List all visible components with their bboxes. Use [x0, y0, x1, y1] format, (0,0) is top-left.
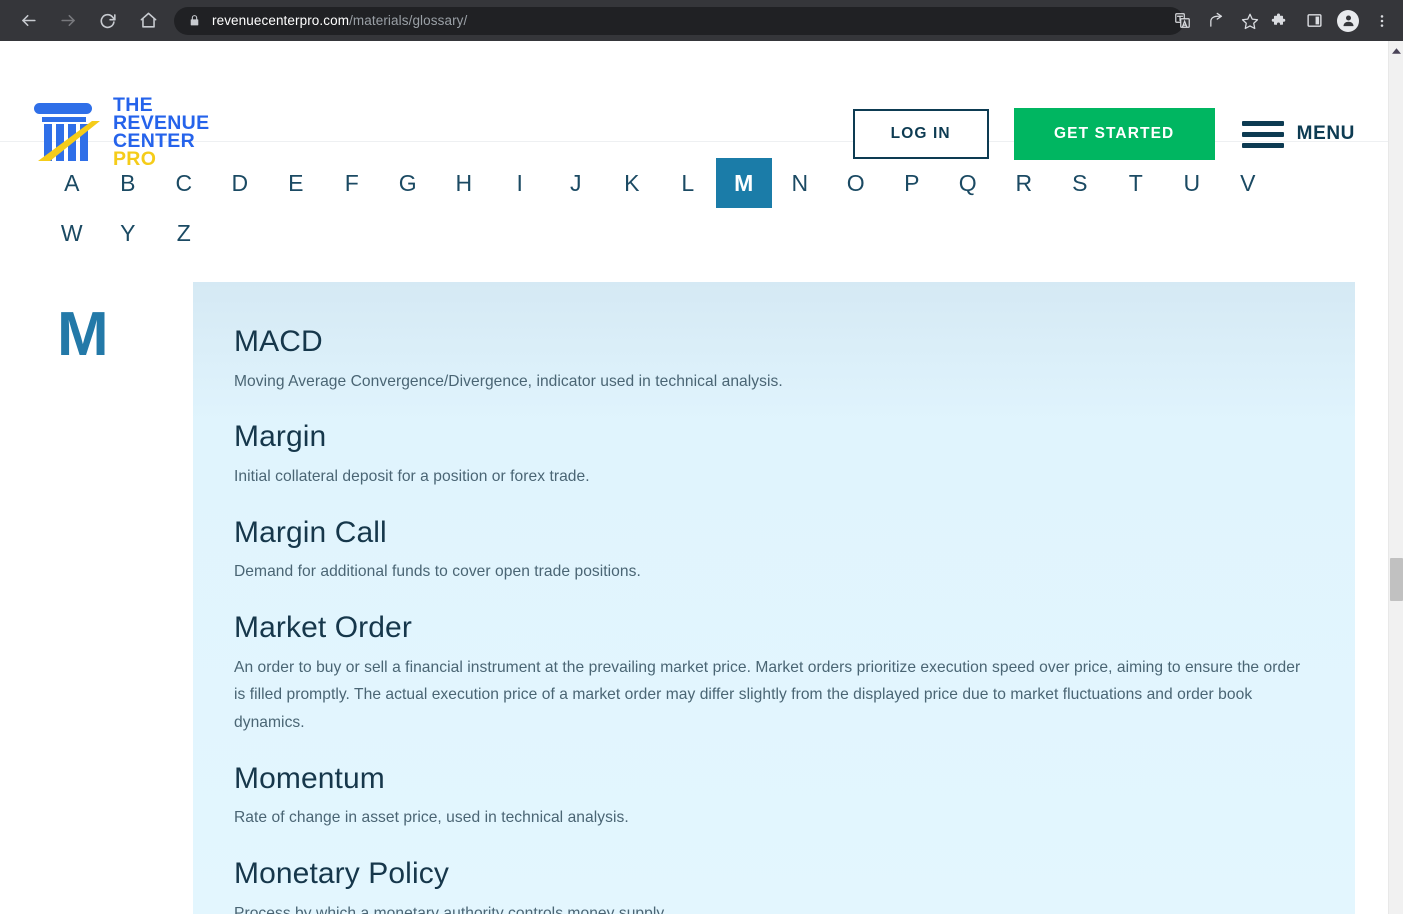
page-scrollbar[interactable] [1388, 41, 1403, 914]
reload-button[interactable] [92, 5, 124, 37]
alpha-link-m[interactable]: M [716, 158, 772, 208]
bookmark-star-icon[interactable] [1235, 6, 1265, 36]
pillar-column-icon [30, 97, 104, 167]
lock-icon [188, 14, 201, 27]
glossary-content: M MACD Moving Average Convergence/Diverg… [0, 282, 1388, 914]
glossary-entry: MACD Moving Average Convergence/Divergen… [234, 324, 1315, 395]
address-bar[interactable]: revenuecenterpro.com/materials/glossary/ [174, 6, 1184, 35]
term-description: Demand for additional funds to cover ope… [234, 563, 641, 581]
alpha-link-y[interactable]: Y [100, 208, 156, 258]
scrollbar-thumb[interactable] [1390, 558, 1403, 601]
url-path: /materials/glossary/ [349, 13, 468, 28]
alpha-link-w[interactable]: W [44, 208, 100, 258]
alpha-link-z[interactable]: Z [156, 208, 212, 258]
menu-toggle-button[interactable]: MENU [1241, 120, 1355, 148]
term-description: Moving Average Convergence/Divergence, i… [234, 372, 783, 390]
alpha-link-d[interactable]: D [212, 158, 268, 208]
site-logo[interactable]: THE REVENUE CENTER PRO [30, 95, 209, 171]
scroll-up-arrow-icon[interactable] [1389, 44, 1403, 58]
forward-arrow-icon [60, 14, 75, 27]
term-title: Margin [234, 420, 327, 454]
page-viewport: THE REVENUE CENTER PRO LOG IN GET STARTE… [0, 41, 1388, 914]
glossary-entry: Monetary Policy Process by which a monet… [234, 856, 1315, 914]
logo-line-4: PRO [113, 148, 157, 171]
extensions-puzzle-icon[interactable] [1265, 6, 1295, 36]
alpha-link-v[interactable]: V [1220, 158, 1276, 208]
glossary-entry: Margin Initial collateral deposit for a … [234, 419, 1315, 490]
alpha-link-u[interactable]: U [1164, 158, 1220, 208]
url-domain: revenuecenterpro.com [212, 13, 350, 28]
term-description: Initial collateral deposit for a positio… [234, 467, 590, 485]
term-title: Momentum [234, 761, 385, 795]
alpha-link-k[interactable]: K [604, 158, 660, 208]
alpha-link-e[interactable]: E [268, 158, 324, 208]
term-title: Market Order [234, 611, 412, 645]
alpha-link-s[interactable]: S [1052, 158, 1108, 208]
alpha-link-j[interactable]: J [548, 158, 604, 208]
three-dot-menu-icon[interactable] [1367, 6, 1397, 36]
term-title: Margin Call [234, 515, 387, 549]
menu-label: MENU [1296, 123, 1355, 144]
alpha-link-g[interactable]: G [380, 158, 436, 208]
side-panel-icon[interactable] [1299, 6, 1329, 36]
alpha-link-q[interactable]: Q [940, 158, 996, 208]
browser-nav-buttons [0, 5, 168, 37]
alpha-link-l[interactable]: L [660, 158, 716, 208]
get-started-button[interactable]: GET STARTED [1013, 108, 1215, 160]
back-button[interactable] [12, 5, 44, 37]
avatar [1337, 9, 1359, 32]
term-description: Rate of change in asset price, used in t… [234, 809, 629, 827]
glossary-entry: Market Order An order to buy or sell a f… [234, 610, 1315, 737]
alpha-link-r[interactable]: R [996, 158, 1052, 208]
alpha-link-p[interactable]: P [884, 158, 940, 208]
alpha-link-f[interactable]: F [324, 158, 380, 208]
home-button[interactable] [132, 5, 164, 37]
logo-wordmark: THE REVENUE CENTER PRO [113, 95, 209, 171]
header-actions: LOG IN GET STARTED MENU [852, 108, 1355, 160]
term-title: MACD [234, 325, 323, 358]
translate-icon[interactable] [1167, 6, 1197, 36]
site-header: THE REVENUE CENTER PRO LOG IN GET STARTE… [0, 41, 1388, 169]
hamburger-icon [1241, 120, 1284, 148]
glossary-entry: Momentum Rate of change in asset price, … [234, 761, 1315, 832]
omnibox-action-icons [1165, 0, 1267, 41]
back-arrow-icon [21, 14, 36, 27]
browser-right-tools [1263, 0, 1399, 41]
share-icon[interactable] [1201, 6, 1231, 36]
alpha-link-o[interactable]: O [828, 158, 884, 208]
reload-icon [100, 13, 116, 29]
login-button[interactable]: LOG IN [852, 109, 989, 159]
term-description: Process by which a monetary authority co… [234, 904, 668, 914]
alpha-link-h[interactable]: H [436, 158, 492, 208]
term-description: An order to buy or sell a financial inst… [234, 658, 1301, 732]
alpha-link-i[interactable]: I [492, 158, 548, 208]
url-text: revenuecenterpro.com/materials/glossary/ [212, 13, 467, 28]
glossary-entry: Margin Call Demand for additional funds … [234, 515, 1315, 586]
browser-toolbar: revenuecenterpro.com/materials/glossary/ [0, 0, 1403, 41]
term-title: Monetary Policy [234, 857, 449, 891]
letter-section-badge: M [57, 300, 109, 369]
glossary-terms-panel: MACD Moving Average Convergence/Divergen… [193, 282, 1355, 914]
home-icon [140, 12, 156, 28]
alpha-link-t[interactable]: T [1108, 158, 1164, 208]
forward-button[interactable] [52, 5, 84, 37]
profile-avatar-icon[interactable] [1333, 6, 1363, 36]
alpha-link-n[interactable]: N [772, 158, 828, 208]
